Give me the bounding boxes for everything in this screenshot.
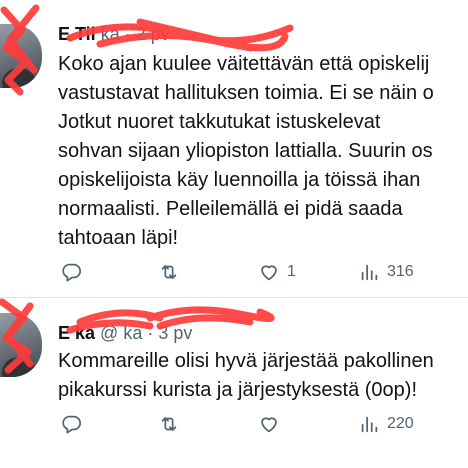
retweet-button[interactable] xyxy=(158,258,187,286)
separator-dot: · xyxy=(124,24,131,44)
tweet-header: E ka @ ka · 3 pv xyxy=(58,323,192,344)
tweet-time[interactable]: 2 pv xyxy=(136,24,170,44)
author-name[interactable]: E Til xyxy=(58,24,96,44)
reply-icon xyxy=(62,415,82,434)
tweet-actions: 220 xyxy=(58,410,468,438)
views-count: 316 xyxy=(387,263,414,280)
tweet-text-line: tahtoaan läpi! xyxy=(58,227,179,249)
reply-button[interactable] xyxy=(60,410,89,438)
tweet[interactable]: E Til ka · 2 pv Koko ajan kuulee väitett… xyxy=(0,0,468,298)
tweet-text: Kommareille olisi hyvä järjestää pakolli… xyxy=(58,347,468,405)
views-icon xyxy=(361,264,378,281)
like-button[interactable]: 1 xyxy=(258,258,296,286)
tweet-text-line: opiskelijoista käy luennoilla ja töissä … xyxy=(58,169,421,191)
divider xyxy=(0,297,468,298)
views-button[interactable]: 220 xyxy=(358,410,414,438)
tweet-time[interactable]: 3 pv xyxy=(158,323,192,343)
tweet-text-line: Kommareille olisi hyvä järjestää pakolli… xyxy=(58,350,434,372)
tweet-text: Koko ajan kuulee väitettävän että opiske… xyxy=(58,50,468,253)
reply-icon xyxy=(62,263,82,282)
tweet[interactable]: E ka @ ka · 3 pv Kommareille olisi hyvä … xyxy=(0,299,468,468)
like-count: 1 xyxy=(287,263,296,280)
views-button[interactable]: 316 xyxy=(358,258,414,286)
retweet-icon xyxy=(161,265,177,279)
tweet-actions: 1 316 xyxy=(58,258,468,286)
reply-button[interactable] xyxy=(60,258,89,286)
like-icon xyxy=(261,265,277,281)
author-handle[interactable]: @ ka xyxy=(100,323,142,343)
retweet-button[interactable] xyxy=(158,410,187,438)
author-name[interactable]: E ka xyxy=(58,323,95,343)
tweet-text-line: pikakurssi kurista ja järjestyksestä (0o… xyxy=(58,379,418,401)
tweet-text-line: vastustavat hallituksen toimia. Ei se nä… xyxy=(58,82,434,104)
tweet-header: E Til ka · 2 pv xyxy=(58,24,170,45)
views-icon xyxy=(361,416,378,433)
like-button[interactable] xyxy=(258,410,287,438)
tweet-text-line: normaalisti. Pelleilemällä ei pidä saada xyxy=(58,198,403,220)
views-count: 220 xyxy=(387,415,414,432)
avatar[interactable] xyxy=(0,313,42,377)
tweet-text-line: Jotkut nuoret takkutukat istuskelevat xyxy=(58,111,381,133)
retweet-icon xyxy=(161,417,177,431)
tweet-text-line: sohvan sijaan yliopiston lattialla. Suur… xyxy=(58,140,433,162)
separator-dot: · xyxy=(147,323,154,343)
author-handle[interactable]: ka xyxy=(101,24,120,44)
avatar[interactable] xyxy=(0,24,42,88)
like-icon xyxy=(261,417,277,433)
tweet-text-line: Koko ajan kuulee väitettävän että opiske… xyxy=(58,53,430,75)
